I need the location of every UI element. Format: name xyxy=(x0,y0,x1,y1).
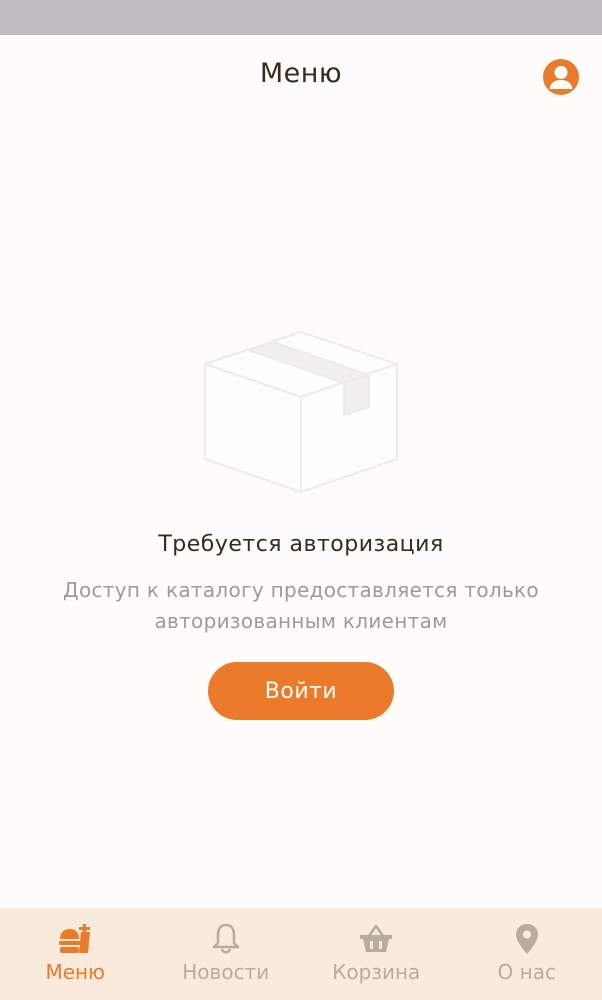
map-pin-icon xyxy=(515,924,538,954)
status-bar xyxy=(0,0,602,35)
tab-menu[interactable]: Меню xyxy=(0,908,151,1000)
auth-required-title: Требуется авторизация xyxy=(158,532,444,557)
profile-button[interactable] xyxy=(543,59,579,95)
food-icon xyxy=(59,924,91,953)
tab-label: Новости xyxy=(182,960,270,984)
auth-required-description: Доступ к каталогу предоставляется только… xyxy=(63,578,539,633)
tab-label: О нас xyxy=(497,960,556,984)
basket-icon xyxy=(360,924,393,952)
tab-cart[interactable]: Корзина xyxy=(301,908,452,1000)
package-box-icon xyxy=(203,322,399,494)
tab-about[interactable]: О нас xyxy=(452,908,602,1000)
bottom-tab-bar: Меню Новости Корзина О нас xyxy=(0,908,602,1000)
tab-label: Меню xyxy=(45,960,105,984)
login-button[interactable]: Войти xyxy=(208,662,394,720)
tab-label: Корзина xyxy=(332,960,421,984)
bell-icon xyxy=(212,923,240,954)
account-circle-icon xyxy=(549,66,573,89)
tab-news[interactable]: Новости xyxy=(151,908,302,1000)
page-title: Меню xyxy=(259,58,343,89)
header: Меню xyxy=(0,35,602,115)
